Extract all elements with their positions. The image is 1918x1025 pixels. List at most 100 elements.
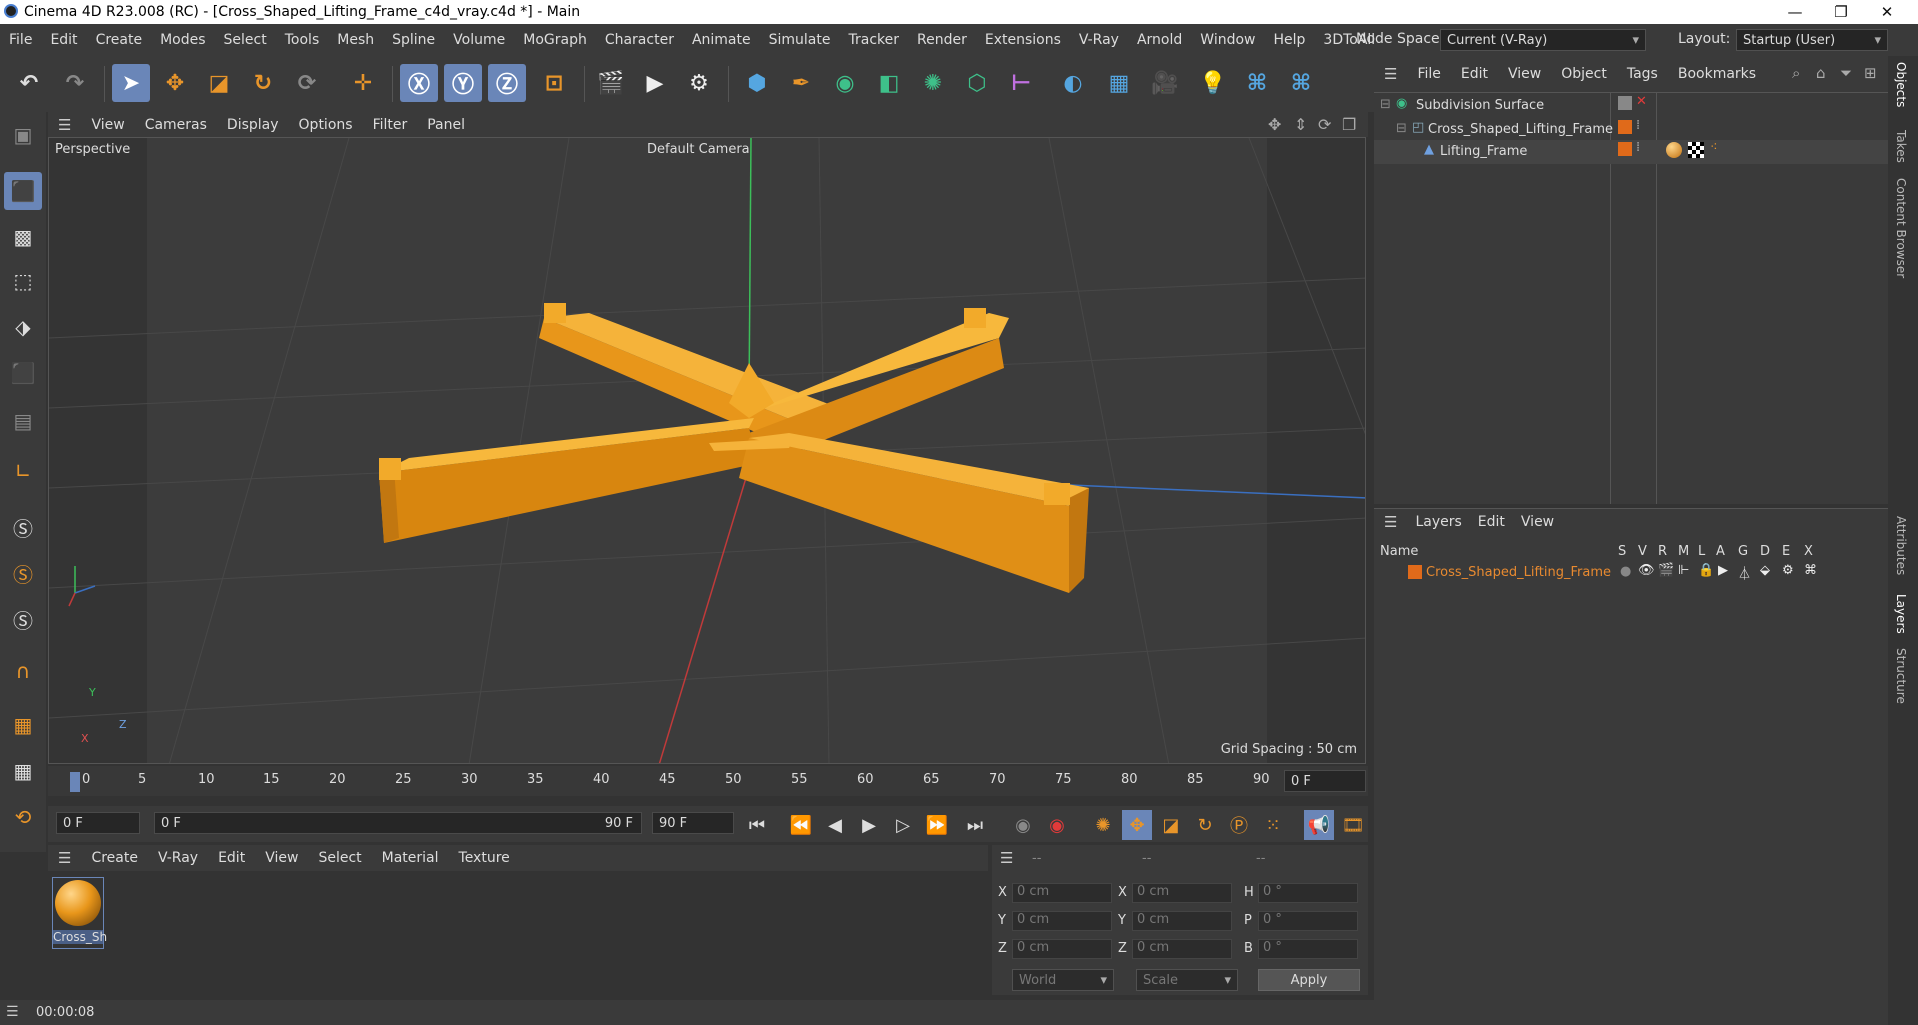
previous-key-icon[interactable]: ⏪ [786,810,816,840]
object-menu-edit[interactable]: Edit [1451,66,1498,82]
layer-color-tag[interactable] [1618,142,1632,156]
new-window-icon[interactable]: ⊞ [1864,64,1877,82]
menu-help[interactable]: Help [1264,32,1314,48]
material-menu-vray[interactable]: V-Ray [148,850,208,866]
viewport-menu-options[interactable]: Options [289,117,363,133]
playhead[interactable] [70,772,80,792]
rotation-p-field[interactable]: 0 ° [1258,911,1358,931]
play-icon[interactable]: ▶ [854,810,884,840]
coordinate-system-select[interactable]: World [1012,969,1114,991]
xref-icon[interactable]: ⌘ [1804,563,1817,578]
object-menu-object[interactable]: Object [1551,66,1617,82]
make-editable-icon[interactable]: ▣ [4,116,42,154]
snap-settings-icon[interactable]: Ⓢ [4,554,42,592]
viewport-menu-cameras[interactable]: Cameras [135,117,217,133]
python-icon[interactable]: ⌘ [1238,64,1276,102]
manager-tree-icon[interactable]: ⊩ [1678,563,1689,578]
minimize-button[interactable]: — [1772,0,1818,24]
timeline-ruler[interactable]: 0 5 10 15 20 25 30 35 40 45 50 55 60 65 … [48,766,1368,796]
layer-color-tag[interactable] [1618,120,1632,134]
next-key-icon[interactable]: ⏩ [922,810,952,840]
menu-file[interactable]: File [0,32,41,48]
object-row-cross-shaped-lifting-frame[interactable]: ⊟ ◰ Cross_Shaped_Lifting_Frame ⁞ [1374,118,1888,142]
end-frame-field[interactable]: 90 F [652,812,734,834]
axis-mode-icon[interactable]: ∟ [4,452,42,490]
material-swatch[interactable]: Cross_Sh [52,877,107,949]
menu-arnold[interactable]: Arnold [1128,32,1191,48]
rotation-b-field[interactable]: 0 ° [1258,939,1358,959]
node-space-select[interactable]: Current (V-Ray) [1440,29,1646,51]
floor-icon[interactable]: ▦ [1100,64,1138,102]
rotation-h-field[interactable]: 0 ° [1258,883,1358,903]
soft-selection-icon[interactable]: Ⓢ [4,600,42,638]
rotate-icon[interactable]: ↻ [244,64,282,102]
snap-icon[interactable]: Ⓢ [4,508,42,546]
tab-content-browser[interactable]: Content Browser [1894,178,1908,278]
viewport-menu-panel[interactable]: Panel [417,117,475,133]
menu-animate[interactable]: Animate [683,32,760,48]
animation-play-icon[interactable]: ▶ [1718,563,1728,578]
coordinate-system-icon[interactable]: ⊡ [535,64,573,102]
view-eye-icon[interactable]: 👁 [1638,563,1655,578]
menu-simulate[interactable]: Simulate [760,32,840,48]
render-toggle-icon[interactable]: ✕ [1636,94,1647,109]
go-to-start-icon[interactable]: ⏮ [742,810,772,840]
render-clapper-icon[interactable]: 🎬 [1658,563,1674,578]
object-row-lifting-frame[interactable]: ▲ Lifting_Frame ⁞ ⁖ [1374,140,1888,164]
current-frame-field[interactable]: 0 F [1284,770,1366,792]
viewport-camera-name[interactable]: Default Camera [647,142,750,157]
layer-row[interactable]: Cross_Shaped_Lifting_Frame ● 👁 🎬 ⊩ 🔒 ▶ ⏃… [1374,562,1888,584]
material-menu-texture[interactable]: Texture [449,850,520,866]
object-hamburger-icon[interactable]: ☰ [1374,65,1407,83]
tab-objects[interactable]: Objects [1894,62,1908,107]
coords-hamburger-icon[interactable]: ☰ [1000,849,1013,867]
menu-vray[interactable]: V-Ray [1070,32,1128,48]
recent-tools-icon[interactable]: ⟳ [288,64,326,102]
point-level-key-icon[interactable]: ⁙ [1258,810,1288,840]
redo-icon[interactable]: ↷ [56,64,94,102]
light-icon[interactable]: 💡 [1194,64,1232,102]
menu-select[interactable]: Select [215,32,276,48]
tab-attributes[interactable]: Attributes [1894,516,1908,575]
restore-button[interactable]: ❐ [1818,0,1864,24]
solo-icon[interactable]: ● [1620,564,1631,579]
scale-key-icon[interactable]: ◪ [1156,810,1186,840]
menu-render[interactable]: Render [908,32,976,48]
record-keys-icon[interactable]: ◉ [1008,810,1038,840]
size-x-field[interactable]: 0 cm [1132,883,1232,903]
3d-viewport[interactable]: Perspective Default Camera Grid Spacing … [48,137,1366,764]
layout-select[interactable]: Startup (User) [1736,29,1888,51]
object-menu-view[interactable]: View [1498,66,1551,82]
extrude-icon[interactable]: ◧ [870,64,908,102]
object-menu-bookmarks[interactable]: Bookmarks [1668,66,1766,82]
tree-collapse-icon[interactable]: ⊟ [1380,97,1391,112]
viewport-maximize-icon[interactable]: ❐ [1342,115,1356,134]
parameter-key-icon[interactable]: Ⓟ [1224,810,1254,840]
viewport-zoom-icon[interactable]: ⇕ [1294,115,1307,134]
object-row-subdivision-surface[interactable]: ⊟ ◉ Subdivision Surface ✕ [1374,94,1888,118]
visibility-dots-icon[interactable]: ⁞ [1636,118,1640,133]
viewport-menu-view[interactable]: View [81,117,134,133]
edges-mode-icon[interactable]: ⬗ [4,308,42,346]
search-icon[interactable]: ⌕ [1792,64,1800,82]
deformer-toggle-icon[interactable]: ⬙ [1760,563,1770,578]
uvw-tag-icon[interactable] [1688,142,1704,158]
material-menu-create[interactable]: Create [81,850,148,866]
viewport-pan-icon[interactable]: ✥ [1268,115,1281,134]
uv-mode-icon[interactable]: ▤ [4,402,42,440]
layer-menu-edit[interactable]: Edit [1470,514,1513,530]
y-axis-lock-icon[interactable]: Ⓨ [444,64,482,102]
autokey-icon[interactable]: ◉ [1042,810,1072,840]
generator-icon[interactable]: ⏃ [1738,563,1751,582]
undo-icon[interactable]: ↶ [10,64,48,102]
rotation-key-icon[interactable]: ↻ [1190,810,1220,840]
filter-icon[interactable]: ⏷ [1840,64,1852,82]
layer-menu-layers[interactable]: Layers [1407,514,1469,530]
material-menu-view[interactable]: View [255,850,308,866]
layer-name[interactable]: Cross_Shaped_Lifting_Frame [1426,565,1611,580]
lock-icon[interactable]: 🔒 [1698,563,1714,578]
menu-character[interactable]: Character [596,32,683,48]
viewport-menu-display[interactable]: Display [217,117,289,133]
tab-takes[interactable]: Takes [1894,130,1908,163]
pen-icon[interactable]: ✒ [782,64,820,102]
